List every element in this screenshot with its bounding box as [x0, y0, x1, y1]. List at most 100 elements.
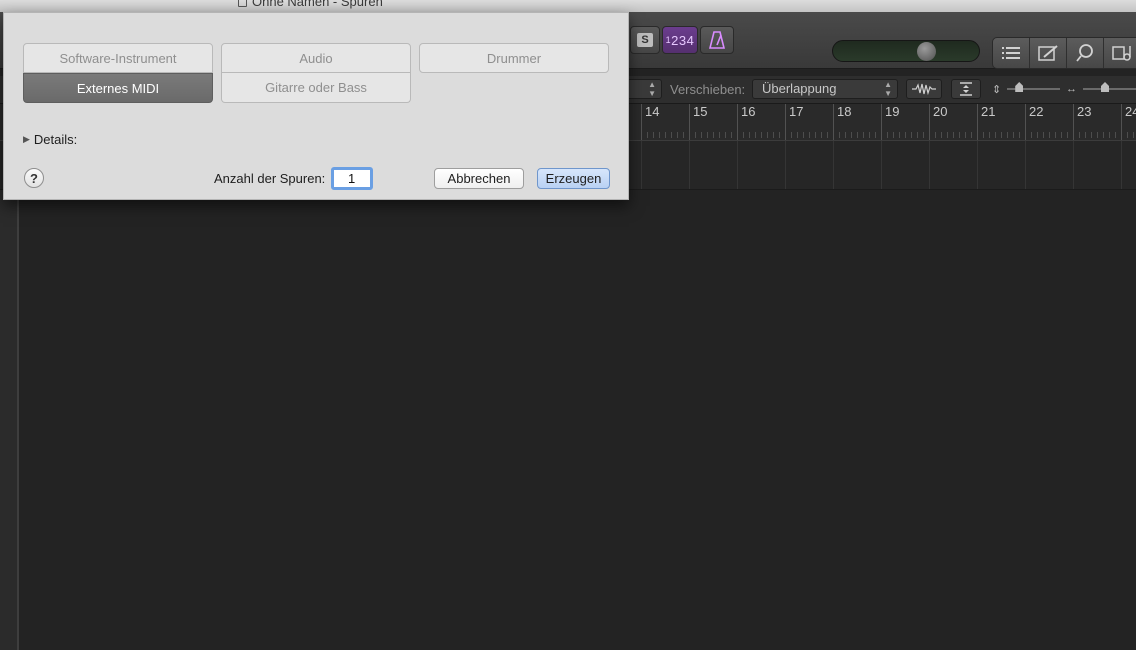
- view-buttons-group: [992, 37, 1136, 69]
- ruler-bar-line: [689, 104, 690, 140]
- ruler-tick: [707, 132, 708, 138]
- ruler-tick: [983, 132, 984, 138]
- horizontal-zoom-icon: ↔: [1066, 83, 1077, 95]
- track-type-drummer[interactable]: Drummer: [419, 43, 609, 73]
- ruler-tick: [953, 132, 954, 138]
- lane-grid-line: [785, 141, 786, 189]
- ruler-tick: [905, 132, 906, 138]
- lane-grid-line: [737, 141, 738, 189]
- lane-grid-line: [881, 141, 882, 189]
- new-track-dialog: Software-Instrument Externes MIDI Audio …: [3, 12, 629, 200]
- ruler-tick: [893, 132, 894, 138]
- master-volume-slider[interactable]: [832, 40, 980, 62]
- ruler-tick: [1097, 132, 1098, 138]
- solo-button[interactable]: S: [630, 26, 660, 54]
- ruler-tick: [1049, 132, 1050, 138]
- tracks-workspace[interactable]: [19, 190, 1136, 650]
- ruler-tick: [671, 132, 672, 138]
- ruler-tick: [731, 132, 732, 138]
- track-type-external-midi[interactable]: Externes MIDI: [23, 73, 213, 103]
- ruler-bar-line: [881, 104, 882, 140]
- track-header-edge: [0, 190, 19, 650]
- vertical-zoom-thumb[interactable]: [1015, 82, 1024, 92]
- ruler-tick: [971, 132, 972, 138]
- ruler-tick: [959, 132, 960, 138]
- waveform-icon: [912, 83, 936, 95]
- metronome-button[interactable]: [700, 26, 734, 54]
- track-type-guitar-bass[interactable]: Gitarre oder Bass: [221, 73, 411, 103]
- window-title: Ohne Namen - Spuren: [238, 0, 383, 9]
- loop-browser-button[interactable]: [1067, 38, 1104, 68]
- ruler-tick: [941, 132, 942, 138]
- ruler-tick: [809, 132, 810, 138]
- note-pad-button[interactable]: [1030, 38, 1067, 68]
- ruler-tick: [917, 132, 918, 138]
- count-in-label: 234: [671, 32, 695, 48]
- ruler-bar-line: [1073, 104, 1074, 140]
- count-in-button[interactable]: 1 234: [662, 26, 698, 54]
- details-label: Details:: [33, 132, 78, 147]
- ruler-tick: [1055, 132, 1056, 138]
- solo-label: S: [637, 33, 653, 47]
- ruler-tick: [1061, 132, 1062, 138]
- ruler-bar-number: 14: [645, 104, 660, 119]
- ruler-bar-line: [833, 104, 834, 140]
- select-arrows-icon: ▲ ▼: [884, 80, 892, 98]
- ruler-bar-number: 16: [741, 104, 756, 119]
- list-editors-icon: [1002, 47, 1020, 59]
- horizontal-zoom-thumb[interactable]: [1101, 82, 1109, 92]
- details-disclosure[interactable]: ▶ Details:: [23, 132, 77, 147]
- ruler-tick: [911, 132, 912, 138]
- metronome-icon: [709, 31, 725, 49]
- ruler-tick: [935, 132, 936, 138]
- vertical-zoom-icon: ⇕: [992, 83, 1002, 96]
- ruler-tick: [725, 132, 726, 138]
- waveform-zoom-button[interactable]: [906, 79, 942, 99]
- ruler-bar-number: 24: [1125, 104, 1136, 119]
- media-browser-icon: [1112, 46, 1131, 61]
- cancel-button[interactable]: Abbrechen: [434, 168, 524, 189]
- drag-mode-value: Überlappung: [762, 81, 837, 96]
- lane-grid-line: [833, 141, 834, 189]
- drag-mode-select[interactable]: Überlappung ▲ ▼: [752, 79, 898, 99]
- track-count-label: Anzahl der Spuren:: [214, 171, 326, 186]
- ruler-tick: [1079, 132, 1080, 138]
- ruler-tick: [647, 132, 648, 138]
- ruler-bar-number: 23: [1077, 104, 1092, 119]
- ruler-tick: [659, 132, 660, 138]
- disclosure-triangle-icon: ▶: [23, 134, 30, 144]
- master-volume-knob[interactable]: [917, 42, 936, 61]
- ruler-tick: [887, 132, 888, 138]
- ruler-tick: [1031, 132, 1032, 138]
- help-button[interactable]: ?: [24, 168, 44, 188]
- auto-zoom-button[interactable]: [951, 79, 981, 99]
- ruler-tick: [701, 132, 702, 138]
- ruler-tick: [923, 132, 924, 138]
- ruler-tick: [947, 132, 948, 138]
- ruler-bar-line: [641, 104, 642, 140]
- ruler-tick: [1085, 132, 1086, 138]
- ruler-tick: [965, 132, 966, 138]
- ruler-tick: [857, 132, 858, 138]
- loop-browser-icon: [1076, 44, 1093, 62]
- ruler-tick: [797, 132, 798, 138]
- lane-grid-line: [689, 141, 690, 189]
- create-button[interactable]: Erzeugen: [537, 168, 610, 189]
- track-count-input[interactable]: [331, 167, 373, 190]
- horizontal-zoom-slider[interactable]: ↔: [1066, 79, 1136, 99]
- ruler-tick: [779, 132, 780, 138]
- vertical-zoom-slider[interactable]: ⇕: [992, 79, 1060, 99]
- media-browser-button[interactable]: [1104, 38, 1136, 68]
- list-editors-button[interactable]: [993, 38, 1030, 68]
- ruler-bar-number: 17: [789, 104, 804, 119]
- ruler-tick: [1043, 132, 1044, 138]
- lane-grid-line: [1073, 141, 1074, 189]
- ruler-tick: [767, 132, 768, 138]
- track-type-software-instrument[interactable]: Software-Instrument: [23, 43, 213, 73]
- ruler-bar-number: 21: [981, 104, 996, 119]
- ruler-tick: [677, 132, 678, 138]
- window-titlebar: Ohne Namen - Spuren: [0, 0, 1136, 12]
- ruler-tick: [875, 132, 876, 138]
- track-type-audio[interactable]: Audio: [221, 43, 411, 73]
- lane-grid-line: [977, 141, 978, 189]
